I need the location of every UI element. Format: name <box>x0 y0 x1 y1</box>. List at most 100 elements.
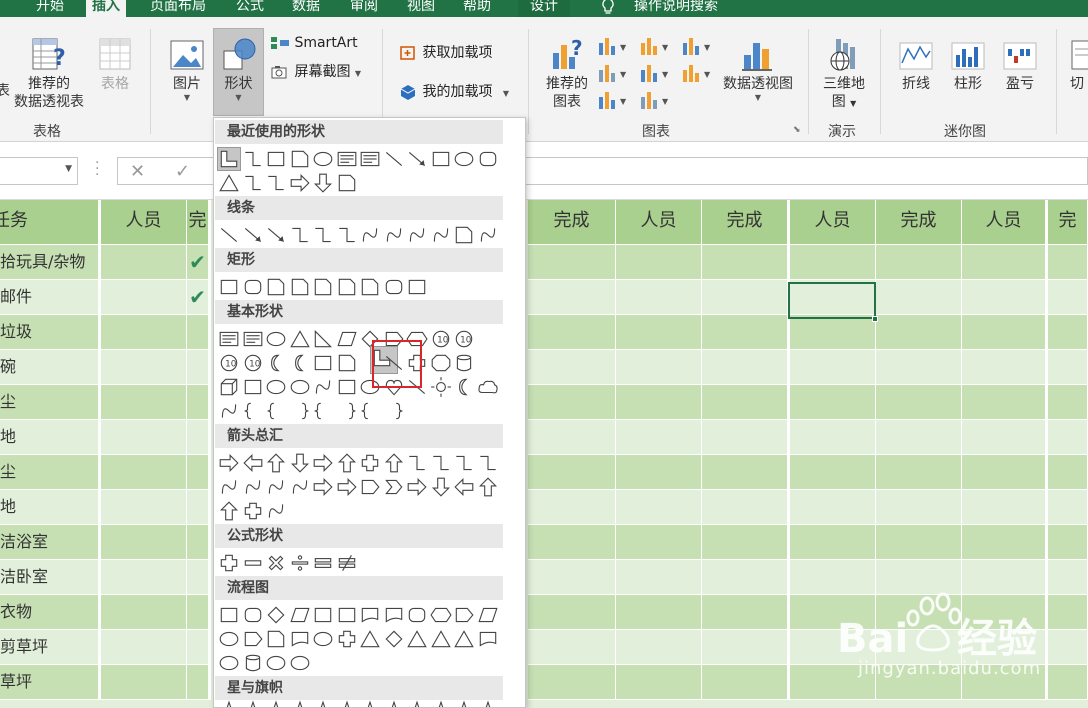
name-box[interactable]: ▼ <box>0 157 78 185</box>
picture-button[interactable]: 图片 ▼ <box>165 35 209 103</box>
shape-rect-icon[interactable] <box>242 376 264 398</box>
table-cell[interactable] <box>702 455 790 490</box>
table-cell[interactable] <box>528 455 616 490</box>
sparkline-winloss-button[interactable]: 盈亏 <box>997 35 1043 93</box>
task-cell[interactable]: 草坪 <box>0 665 101 700</box>
shape-arrowup-icon[interactable] <box>383 452 405 474</box>
table-cell[interactable] <box>616 315 702 350</box>
shape-tri-icon[interactable] <box>406 628 428 650</box>
shape-arrowup-icon[interactable] <box>265 452 287 474</box>
shape-arrowdown-icon[interactable] <box>430 476 452 498</box>
table-cell[interactable] <box>702 525 790 560</box>
tab-5[interactable]: 审阅 <box>350 0 378 17</box>
shape-tri-icon[interactable] <box>453 628 475 650</box>
shape-line-icon[interactable] <box>218 224 240 246</box>
shape-num-icon[interactable]: 10 <box>430 328 452 350</box>
shape-arrowl-icon[interactable] <box>242 224 264 246</box>
task-cell[interactable]: 洁浴室 <box>0 525 101 560</box>
shape-rbrace-icon[interactable] <box>336 400 358 422</box>
shape-circ-icon[interactable] <box>265 652 287 674</box>
table-cell[interactable] <box>616 280 702 315</box>
shape-cross-icon[interactable] <box>218 552 240 574</box>
shape-circ-icon[interactable] <box>312 628 334 650</box>
shape-num-icon[interactable]: 10 <box>218 352 240 374</box>
table-cell[interactable] <box>962 455 1048 490</box>
table-cell[interactable] <box>528 595 616 630</box>
shape-curve-icon[interactable] <box>406 224 428 246</box>
shape-tri-icon[interactable] <box>289 328 311 350</box>
shape-star-icon[interactable] <box>406 700 428 707</box>
table-cell[interactable] <box>702 560 790 595</box>
shape-arrow-icon[interactable] <box>336 476 358 498</box>
table-cell[interactable] <box>187 490 211 525</box>
table-cell[interactable] <box>702 385 790 420</box>
shape-rbrace-icon[interactable] <box>383 400 405 422</box>
shape-rect-icon[interactable] <box>218 604 240 626</box>
table-cell[interactable] <box>187 665 211 700</box>
table-cell[interactable] <box>1048 560 1088 595</box>
shape-brace-icon[interactable] <box>312 400 334 422</box>
shape-curve-icon[interactable] <box>242 476 264 498</box>
table-cell[interactable] <box>876 525 962 560</box>
shape-cyl-icon[interactable] <box>242 652 264 674</box>
table-cell[interactable] <box>790 455 876 490</box>
table-cell[interactable] <box>616 560 702 595</box>
shape-text-icon[interactable] <box>336 148 358 170</box>
shape-cloud-icon[interactable] <box>477 376 499 398</box>
table-cell[interactable] <box>528 245 616 280</box>
shape-snip-icon[interactable] <box>289 148 311 170</box>
table-cell[interactable] <box>962 525 1048 560</box>
shape-moon-icon[interactable] <box>453 376 475 398</box>
table-cell[interactable] <box>187 630 211 665</box>
task-cell[interactable]: 尘 <box>0 385 101 420</box>
shape-pent-icon[interactable] <box>453 604 475 626</box>
shape-doc-icon[interactable] <box>383 604 405 626</box>
shape-snip-icon[interactable] <box>336 172 358 194</box>
task-cell[interactable]: 衣物 <box>0 595 101 630</box>
shape-snip-icon[interactable] <box>289 276 311 298</box>
shape-num-icon[interactable]: 10 <box>453 328 475 350</box>
shape-text-icon[interactable] <box>218 328 240 350</box>
shape-arrow-icon[interactable] <box>312 452 334 474</box>
table-cell[interactable] <box>876 315 962 350</box>
shape-arrowleft-icon[interactable] <box>242 452 264 474</box>
shape-circ-icon[interactable] <box>453 148 475 170</box>
shape-cube-icon[interactable] <box>218 376 240 398</box>
table-cell[interactable] <box>962 560 1048 595</box>
shape-snip-icon[interactable] <box>265 628 287 650</box>
recommended-charts-button[interactable]: ? 推荐的 图表 <box>540 35 594 111</box>
shape-para-icon[interactable] <box>477 604 499 626</box>
table-cell[interactable] <box>790 490 876 525</box>
tab-1[interactable]: 插入 <box>86 0 126 17</box>
shape-rtri-icon[interactable] <box>312 328 334 350</box>
shape-arrowl-icon[interactable] <box>406 148 428 170</box>
task-cell[interactable]: 碗 <box>0 350 101 385</box>
shape-arrowl-icon[interactable] <box>265 224 287 246</box>
shape-circ-icon[interactable] <box>289 652 311 674</box>
table-cell[interactable] <box>702 490 790 525</box>
tab-3[interactable]: 公式 <box>236 0 264 17</box>
table-cell[interactable] <box>528 490 616 525</box>
column-header[interactable]: 人员 <box>790 200 876 245</box>
scatter-chart-icon[interactable]: ▼ <box>638 89 674 111</box>
shape-elbow-icon[interactable] <box>336 224 358 246</box>
table-cell[interactable] <box>790 350 876 385</box>
table-cell[interactable] <box>616 630 702 665</box>
table-cell[interactable] <box>1048 525 1088 560</box>
table-cell[interactable] <box>101 385 187 420</box>
shape-elbow-icon[interactable] <box>242 172 264 194</box>
shape-star-icon[interactable] <box>359 700 381 707</box>
table-cell[interactable] <box>101 630 187 665</box>
table-cell[interactable] <box>702 665 790 700</box>
column-chart-icon[interactable]: ▼ <box>596 35 632 57</box>
table-cell[interactable] <box>876 350 962 385</box>
shape-rrect-icon[interactable] <box>383 276 405 298</box>
table-cell[interactable] <box>187 420 211 455</box>
table-cell[interactable] <box>876 560 962 595</box>
table-cell[interactable] <box>528 665 616 700</box>
task-cell[interactable]: 地 <box>0 490 101 525</box>
table-cell[interactable] <box>702 350 790 385</box>
shape-curve-icon[interactable] <box>477 224 499 246</box>
table-cell[interactable] <box>962 420 1048 455</box>
shape-brace-icon[interactable] <box>242 400 264 422</box>
